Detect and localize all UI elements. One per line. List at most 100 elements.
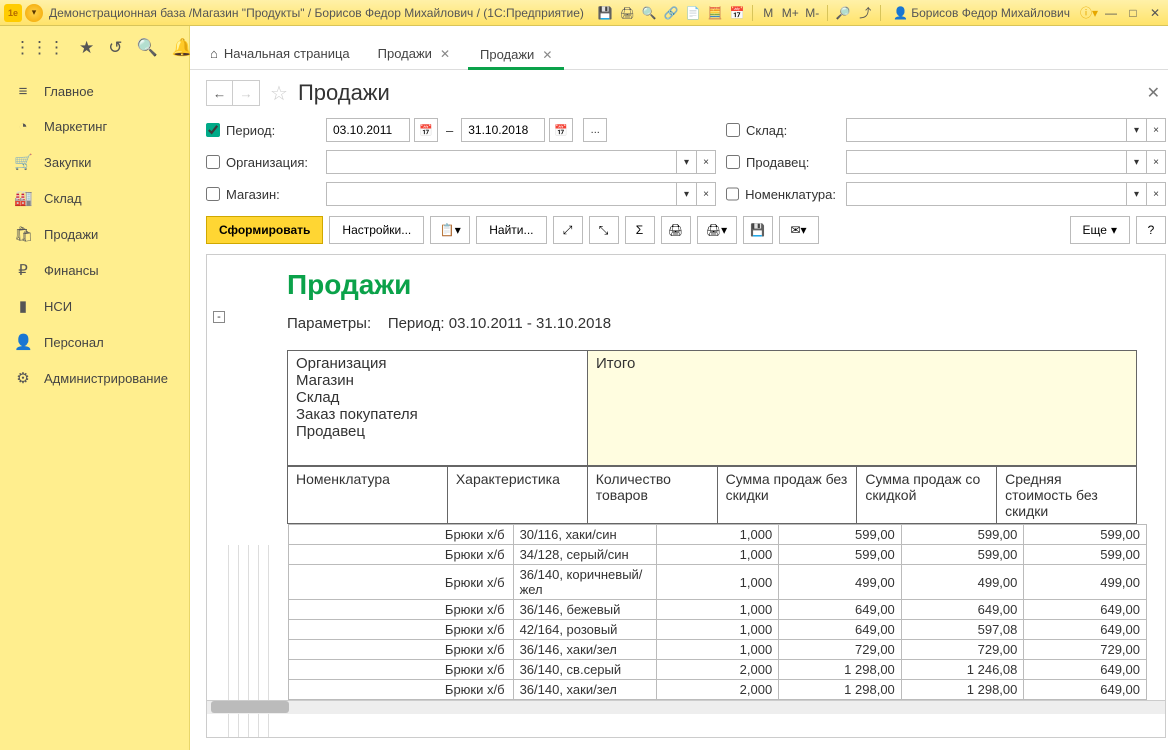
search-icon[interactable]: 🔍 xyxy=(137,38,158,58)
dropdown-button[interactable]: ▾ xyxy=(25,4,43,22)
generate-button[interactable]: Сформировать xyxy=(206,216,323,244)
chevron-down-icon[interactable]: ▾ xyxy=(676,182,696,206)
nav-main[interactable]: ≡Главное xyxy=(0,74,189,109)
clear-icon[interactable]: × xyxy=(696,182,716,206)
find-button[interactable]: Найти... xyxy=(476,216,546,244)
chevron-down-icon[interactable]: ▾ xyxy=(1126,150,1146,174)
table-row[interactable]: Брюки х/б42/164, розовый1,000649,00597,0… xyxy=(227,620,1147,640)
clear-icon[interactable]: × xyxy=(1146,118,1166,142)
org-combo[interactable]: ▾× xyxy=(326,150,716,174)
nav-warehouse[interactable]: 🏭Склад xyxy=(0,180,189,216)
link-icon[interactable]: 🔗 xyxy=(662,4,680,22)
apps-icon[interactable]: ⋮⋮⋮ xyxy=(14,38,65,58)
table-row[interactable]: Брюки х/б36/140, хаки/зел2,0001 298,001 … xyxy=(227,680,1147,700)
table-row[interactable]: Брюки х/б34/128, серый/син1,000599,00599… xyxy=(227,545,1147,565)
back-icon[interactable]: ⤴ xyxy=(856,4,874,22)
report-toolbar: Сформировать Настройки... 📋▾ Найти... ⤢ … xyxy=(190,216,1168,254)
nav-nsi[interactable]: ▮НСИ xyxy=(0,288,189,324)
clear-icon[interactable]: × xyxy=(696,150,716,174)
save-report-button[interactable]: 💾 xyxy=(743,216,773,244)
nomenclature-checkbox[interactable]: Номенклатура: xyxy=(726,187,836,202)
piechart-icon: ◔ xyxy=(14,118,32,135)
zoom-icon[interactable]: 🔎 xyxy=(834,4,852,22)
back-button[interactable]: ← xyxy=(207,81,233,105)
period-checkbox[interactable]: Период: xyxy=(206,123,316,138)
save-icon[interactable]: 💾 xyxy=(596,4,614,22)
memory-mminus-button[interactable]: M- xyxy=(803,4,821,22)
sigma-button[interactable]: Σ xyxy=(625,216,655,244)
date-from-input[interactable] xyxy=(326,118,410,142)
chevron-down-icon[interactable]: ▾ xyxy=(676,150,696,174)
period-dots-button[interactable]: ... xyxy=(583,118,607,142)
nav-purchases[interactable]: 🛒Закупки xyxy=(0,144,189,180)
expand-button[interactable]: ⤢ xyxy=(553,216,583,244)
close-window-button[interactable]: ✕ xyxy=(1146,4,1164,22)
sidebar: ⋮⋮⋮ ★ ↺ 🔍 🔔 ≡Главное ◔Маркетинг 🛒Закупки… xyxy=(0,26,190,750)
cart-icon: 🛒 xyxy=(14,153,32,171)
current-user[interactable]: 👤 Борисов Федор Михайлович xyxy=(887,6,1076,20)
date-to-input[interactable] xyxy=(461,118,545,142)
chevron-down-icon[interactable]: ▾ xyxy=(1126,118,1146,142)
clear-icon[interactable]: × xyxy=(1146,150,1166,174)
table-row[interactable]: Брюки х/б30/116, хаки/син1,000599,00599,… xyxy=(227,525,1147,545)
table-row[interactable]: Брюки х/б36/140, коричневый/жел1,000499,… xyxy=(227,565,1147,600)
org-checkbox[interactable]: Организация: xyxy=(206,155,316,170)
nav-finance[interactable]: ₽Финансы xyxy=(0,252,189,288)
gear-icon: ⚙ xyxy=(14,369,32,387)
shop-combo[interactable]: ▾× xyxy=(326,182,716,206)
close-icon[interactable]: ✕ xyxy=(542,48,552,62)
shop-checkbox[interactable]: Магазин: xyxy=(206,187,316,202)
favorite-icon[interactable]: ★ xyxy=(79,38,94,58)
print-menu-button[interactable]: 🖨▾ xyxy=(697,216,737,244)
memory-m-button[interactable]: M xyxy=(759,4,777,22)
doc-icon[interactable]: 📄 xyxy=(684,4,702,22)
nav-personnel[interactable]: 👤Персонал xyxy=(0,324,189,360)
info-icon[interactable]: ⓘ▾ xyxy=(1080,4,1098,22)
clear-icon[interactable]: × xyxy=(1146,182,1166,206)
store-combo[interactable]: ▾× xyxy=(846,118,1166,142)
tab-sales-2[interactable]: Продажи✕ xyxy=(468,39,564,70)
report-data-table: Брюки х/б30/116, хаки/син1,000599,00599,… xyxy=(227,524,1147,700)
bag-icon: 🛍 xyxy=(14,225,32,243)
table-row[interactable]: Брюки х/б36/146, бежевый1,000649,00649,0… xyxy=(227,600,1147,620)
history-icon[interactable]: ↺ xyxy=(108,38,122,58)
calendar-icon[interactable]: 📅 xyxy=(414,118,438,142)
memory-mplus-button[interactable]: M+ xyxy=(781,4,799,22)
store-checkbox[interactable]: Склад: xyxy=(726,123,836,138)
more-button[interactable]: Еще ▾ xyxy=(1070,216,1130,244)
nav-sales[interactable]: 🛍Продажи xyxy=(0,216,189,252)
nav-admin[interactable]: ⚙Администрирование xyxy=(0,360,189,396)
print-icon[interactable]: 🖨 xyxy=(618,4,636,22)
nomenclature-combo[interactable]: ▾× xyxy=(846,182,1166,206)
close-page-button[interactable]: ✕ xyxy=(1147,83,1166,103)
preview-icon[interactable]: 🔍 xyxy=(640,4,658,22)
variants-button[interactable]: 📋▾ xyxy=(430,216,470,244)
help-button[interactable]: ? xyxy=(1136,216,1166,244)
home-tab[interactable]: ⌂Начальная страница xyxy=(200,38,360,69)
seller-checkbox[interactable]: Продавец: xyxy=(726,155,836,170)
favorite-star-icon[interactable]: ☆ xyxy=(270,81,288,106)
collapse-button[interactable]: ⤡ xyxy=(589,216,619,244)
seller-combo[interactable]: ▾× xyxy=(846,150,1166,174)
warehouse-icon: 🏭 xyxy=(14,189,32,207)
minimize-button[interactable]: — xyxy=(1102,4,1120,22)
email-button[interactable]: ✉▾ xyxy=(779,216,819,244)
tab-sales-1[interactable]: Продажи✕ xyxy=(366,38,462,69)
settings-button[interactable]: Настройки... xyxy=(329,216,424,244)
forward-button[interactable]: → xyxy=(233,81,259,105)
app-logo-icon: 1e xyxy=(4,4,22,22)
tab-bar: ⌂Начальная страница Продажи✕ Продажи✕ xyxy=(190,26,1168,70)
calendar-icon[interactable]: 📅 xyxy=(549,118,573,142)
nav-marketing[interactable]: ◔Маркетинг xyxy=(0,109,189,144)
horizontal-scrollbar[interactable] xyxy=(207,700,1165,714)
maximize-button[interactable]: □ xyxy=(1124,4,1142,22)
print-button[interactable]: 🖨 xyxy=(661,216,691,244)
chevron-down-icon[interactable]: ▾ xyxy=(1126,182,1146,206)
table-row[interactable]: Брюки х/б36/140, св.серый2,0001 298,001 … xyxy=(227,660,1147,680)
report-area[interactable]: - Продажи Параметры: Период: 03.10.2011 … xyxy=(206,254,1166,738)
table-row[interactable]: Брюки х/б36/146, хаки/зел1,000729,00729,… xyxy=(227,640,1147,660)
calc-icon[interactable]: 🧮 xyxy=(706,4,724,22)
calendar-icon[interactable]: 📅 xyxy=(728,4,746,22)
close-icon[interactable]: ✕ xyxy=(440,47,450,61)
outline-collapse-button[interactable]: - xyxy=(213,311,225,323)
